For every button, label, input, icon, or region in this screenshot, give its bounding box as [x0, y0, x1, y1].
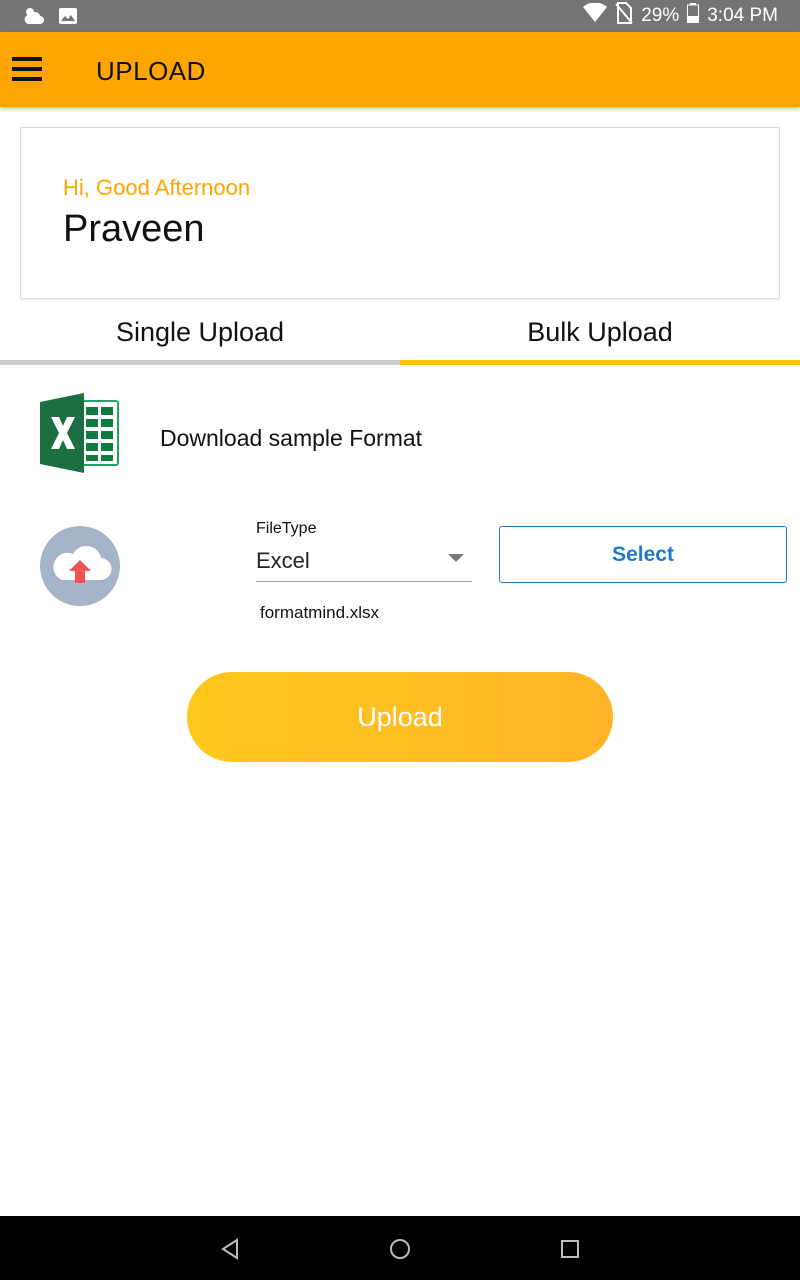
battery-percent: 29% — [641, 5, 680, 26]
chevron-down-icon — [448, 554, 464, 562]
weather-icon — [22, 4, 46, 33]
tab-bulk-upload[interactable]: Bulk Upload — [400, 305, 800, 365]
image-icon — [58, 6, 78, 31]
wifi-icon — [583, 2, 608, 29]
battery-icon — [687, 3, 700, 29]
page-title: UPLOAD — [96, 56, 206, 86]
select-file-button[interactable]: Select — [499, 526, 787, 583]
user-name: Praveen — [63, 208, 205, 250]
filetype-dropdown[interactable]: Excel — [256, 540, 472, 582]
greeting-text: Hi, Good Afternoon — [63, 175, 251, 200]
clock: 3:04 PM — [707, 5, 778, 26]
status-left-icons — [22, 4, 78, 33]
home-icon[interactable] — [385, 1234, 415, 1264]
upload-button[interactable]: Upload — [187, 672, 613, 762]
hamburger-menu-icon[interactable] — [12, 57, 42, 81]
recents-icon[interactable] — [555, 1234, 585, 1264]
greeting-card: Hi, Good Afternoon Praveen — [20, 127, 780, 299]
cloud-upload-icon — [40, 526, 120, 606]
tab-single-upload[interactable]: Single Upload — [0, 305, 400, 365]
excel-icon — [40, 393, 120, 473]
selected-file-name: formatmind.xlsx — [260, 603, 380, 622]
download-sample-link[interactable]: Download sample Format — [160, 425, 422, 452]
no-sim-icon — [615, 2, 633, 30]
back-icon[interactable] — [215, 1234, 245, 1264]
system-nav-bar — [0, 1216, 800, 1280]
download-sample-row[interactable]: Download sample Format — [40, 393, 760, 473]
status-right: 29% 3:04 PM — [583, 0, 778, 32]
app-bar: UPLOAD — [0, 32, 800, 107]
upload-tabs: Single Upload Bulk Upload — [0, 305, 800, 365]
filetype-value: Excel — [256, 548, 310, 573]
status-bar: 29% 3:04 PM — [0, 0, 800, 32]
filetype-label: FileType — [256, 520, 317, 537]
